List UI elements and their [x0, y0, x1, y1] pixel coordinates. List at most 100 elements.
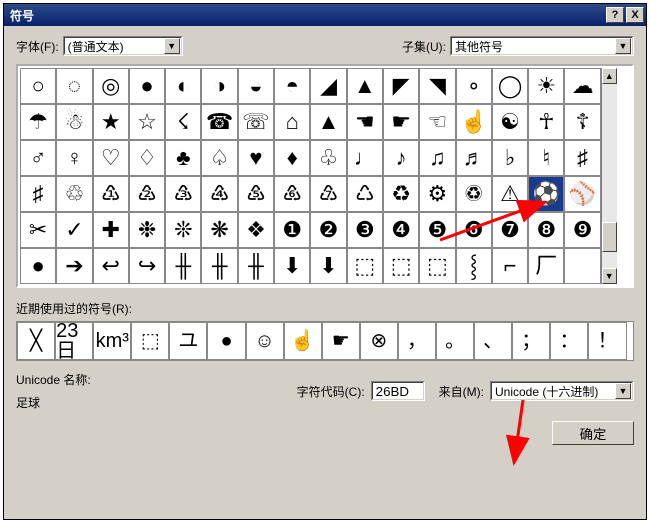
symbol-cell[interactable]: ╫	[165, 248, 201, 284]
symbol-cell[interactable]: ❷	[310, 212, 346, 248]
symbol-cell[interactable]: ❺	[419, 212, 455, 248]
symbol-cell[interactable]: ♭	[492, 140, 528, 176]
symbol-cell[interactable]: ☃	[56, 104, 92, 140]
symbol-cell[interactable]: ☯	[492, 104, 528, 140]
symbol-cell[interactable]: ♶	[201, 176, 237, 212]
symbol-cell[interactable]: ☎	[201, 104, 237, 140]
chevron-down-icon[interactable]: ▼	[615, 383, 631, 399]
symbol-cell[interactable]: ☁	[564, 68, 600, 104]
font-combo[interactable]: (普通文本) ▼	[63, 36, 183, 56]
recent-symbol-cell[interactable]: ╳	[17, 322, 55, 360]
recent-symbol-cell[interactable]: km³	[93, 322, 131, 360]
symbol-cell[interactable]: ∘	[456, 68, 492, 104]
symbol-cell[interactable]: ⬇	[310, 248, 346, 284]
symbol-cell[interactable]: ◌	[56, 68, 92, 104]
from-combo[interactable]: Unicode (十六进制) ▼	[490, 381, 634, 401]
symbol-cell[interactable]: ♳	[93, 176, 129, 212]
recent-symbol-cell[interactable]: 23日	[55, 322, 93, 360]
recent-symbol-cell[interactable]: ，	[398, 322, 436, 360]
symbol-cell[interactable]: ♥	[238, 140, 274, 176]
symbol-cell[interactable]: ♂	[20, 140, 56, 176]
symbol-cell[interactable]: ⚽	[528, 176, 564, 212]
symbol-cell[interactable]: ♵	[165, 176, 201, 212]
symbol-cell[interactable]: ◎	[93, 68, 129, 104]
ok-button[interactable]: 确定	[552, 421, 634, 445]
symbol-cell[interactable]	[564, 248, 600, 284]
recent-symbol-cell[interactable]: ☛	[322, 322, 360, 360]
symbol-cell[interactable]: ✓	[56, 212, 92, 248]
symbol-cell[interactable]: ♷	[238, 176, 274, 212]
symbol-cell[interactable]: ○	[20, 68, 56, 104]
chevron-down-icon[interactable]: ▼	[164, 38, 180, 54]
help-button[interactable]: ?	[606, 7, 624, 23]
recent-symbol-cell[interactable]: ☝	[284, 322, 322, 360]
recent-symbol-cell[interactable]: ！	[588, 322, 626, 360]
symbol-cell[interactable]: ⬚	[383, 248, 419, 284]
recent-symbol-cell[interactable]: ユ	[169, 322, 207, 360]
symbol-cell[interactable]: ☏	[238, 104, 274, 140]
symbol-cell[interactable]: ♸	[274, 176, 310, 212]
symbol-cell[interactable]: ❾	[564, 212, 600, 248]
symbol-cell[interactable]: ♢	[129, 140, 165, 176]
symbol-cell[interactable]: ♽	[456, 176, 492, 212]
symbol-cell[interactable]: ❶	[274, 212, 310, 248]
symbol-cell[interactable]: ☝	[456, 104, 492, 140]
symbol-cell[interactable]: ♯	[20, 176, 56, 212]
symbol-cell[interactable]: ↪	[129, 248, 165, 284]
chevron-down-icon[interactable]: ▼	[615, 38, 631, 54]
symbol-cell[interactable]: ★	[93, 104, 129, 140]
symbol-cell[interactable]: ❊	[165, 212, 201, 248]
symbol-cell[interactable]: ❖	[238, 212, 274, 248]
symbol-cell[interactable]: ⚾	[564, 176, 600, 212]
symbol-cell[interactable]: ♯	[564, 140, 600, 176]
symbol-cell[interactable]: ♪	[383, 140, 419, 176]
symbol-cell[interactable]: ♲	[56, 176, 92, 212]
symbol-cell[interactable]: ☚	[347, 104, 383, 140]
symbol-cell[interactable]: ●	[129, 68, 165, 104]
symbol-cell[interactable]: ☀	[528, 68, 564, 104]
symbol-cell[interactable]: ♧	[310, 140, 346, 176]
vertical-scrollbar[interactable]: ▲ ▼	[601, 68, 617, 284]
symbol-cell[interactable]: ❉	[129, 212, 165, 248]
symbol-cell[interactable]: ♴	[129, 176, 165, 212]
scroll-thumb[interactable]	[602, 222, 617, 252]
symbol-cell[interactable]: ♩	[347, 140, 383, 176]
close-button[interactable]: X	[626, 7, 644, 23]
symbol-cell[interactable]: ⬇	[274, 248, 310, 284]
scroll-track[interactable]	[602, 84, 617, 268]
symbol-cell[interactable]: ➔	[56, 248, 92, 284]
subset-combo[interactable]: 其他符号 ▼	[450, 36, 634, 56]
recent-symbol-cell[interactable]: 。	[436, 322, 474, 360]
symbol-cell[interactable]: ❋	[201, 212, 237, 248]
symbol-cell[interactable]: ⌐	[492, 248, 528, 284]
recent-symbol-cell[interactable]: ；	[512, 322, 550, 360]
symbol-cell[interactable]: ⚠	[492, 176, 528, 212]
recent-symbol-cell[interactable]: ☺	[246, 322, 284, 360]
symbol-cell[interactable]: ╫	[201, 248, 237, 284]
symbol-cell[interactable]: ♀	[56, 140, 92, 176]
symbol-cell[interactable]: ◯	[492, 68, 528, 104]
symbol-cell[interactable]: ♺	[347, 176, 383, 212]
symbol-cell[interactable]: ☦	[564, 104, 600, 140]
symbol-cell[interactable]: ☆	[129, 104, 165, 140]
recent-symbol-cell[interactable]: ⬚	[131, 322, 169, 360]
symbol-cell[interactable]: ♹	[310, 176, 346, 212]
recent-symbol-cell[interactable]: ●	[207, 322, 245, 360]
symbol-cell[interactable]: ╫	[238, 248, 274, 284]
symbol-cell[interactable]: ♻	[383, 176, 419, 212]
symbol-cell[interactable]: ●	[20, 248, 56, 284]
symbol-cell[interactable]: ☥	[528, 104, 564, 140]
symbol-cell[interactable]: ♤	[201, 140, 237, 176]
symbol-cell[interactable]: ◢	[310, 68, 346, 104]
symbol-cell[interactable]: ▲	[310, 104, 346, 140]
symbol-cell[interactable]: ▲	[347, 68, 383, 104]
symbol-cell[interactable]: ◥	[419, 68, 455, 104]
symbol-cell[interactable]: ◑	[201, 68, 237, 104]
symbol-cell[interactable]: ☂	[20, 104, 56, 140]
symbol-cell[interactable]: ❽	[528, 212, 564, 248]
scroll-up-button[interactable]: ▲	[602, 68, 617, 84]
symbol-cell[interactable]: ♦	[274, 140, 310, 176]
symbol-cell[interactable]: ✚	[93, 212, 129, 248]
symbol-cell[interactable]: ◓	[274, 68, 310, 104]
recent-symbol-cell[interactable]: 、	[474, 322, 512, 360]
